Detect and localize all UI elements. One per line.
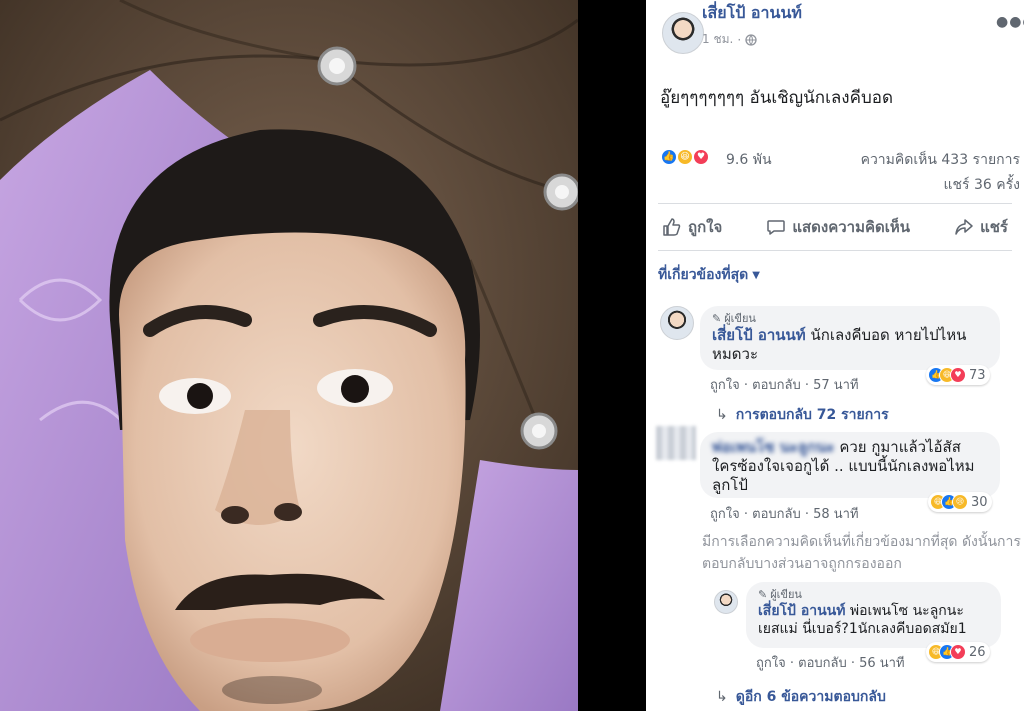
sad-reaction-icon: 😢 — [952, 494, 968, 510]
share-count[interactable]: แชร์ 36 ครั้ง — [944, 174, 1020, 196]
comment-text-cont: เยสแม่ นี่เบอร์?1นักเลงคีบอดสมัย1 — [758, 621, 967, 637]
like-button[interactable]: ถูกใจ — [662, 215, 722, 239]
reply-avatar[interactable] — [714, 590, 738, 614]
love-reaction-icon: ♥ — [950, 367, 966, 383]
comment-reactions[interactable]: 👍 😆 ♥ 73 — [926, 365, 990, 385]
globe-icon — [745, 33, 757, 46]
reply-bubble: ✎ ผู้เขียน เสี่ยโป้ อานนท์ พ่อเพนโซ นะลู… — [746, 582, 1001, 648]
comment-count[interactable]: ความคิดเห็น 433 รายการ — [861, 149, 1020, 171]
comment-avatar-blurred[interactable] — [656, 426, 696, 460]
more-options-icon[interactable]: ●●● — [996, 14, 1024, 30]
post-actions: ถูกใจ แสดงความคิดเห็น แชร์ — [658, 203, 1012, 251]
reply-arrow-icon: ↳ — [716, 407, 728, 423]
comment-text: นักเลงคีบอด หายไปไหน — [810, 326, 967, 344]
view-more-replies-link[interactable]: ↳ ดูอีก 6 ข้อความตอบกลับ — [716, 686, 886, 708]
post-text: อู๊ยๆๆๆๆๆๆๆ อันเชิญนักเลงคีบอด — [660, 88, 894, 108]
pencil-icon: ✎ — [758, 588, 768, 601]
love-reaction-icon: ♥ — [950, 644, 966, 660]
comment-text: ควย กูมาแล้วไอ้สัส — [839, 438, 961, 456]
post-photo[interactable] — [0, 0, 578, 711]
love-reaction-icon: ♥ — [692, 148, 710, 166]
selfie-image — [0, 0, 578, 711]
reply-arrow-icon: ↳ — [716, 689, 728, 705]
thumbs-up-icon — [663, 218, 681, 236]
comment-actions: ถูกใจ · ตอบกลับ · 57 นาที — [710, 378, 859, 393]
comment-reply-link[interactable]: ตอบกลับ — [752, 378, 801, 393]
like-label: ถูกใจ — [688, 218, 723, 236]
post-header — [662, 12, 704, 56]
comment-reactions[interactable]: 😆 👍 😢 30 — [928, 492, 992, 512]
separator-dot: · — [737, 32, 742, 47]
comment-text-cont: ใครซ้องใจเจอกูได้ .. แบบนี้นักเลงพอไหม — [712, 457, 975, 475]
post-details-panel: เสี่ยโป้ อานนท์ 1 ชม. · ●●● อู๊ยๆๆๆๆๆๆๆ … — [646, 0, 1024, 711]
comment-label: แสดงความคิดเห็น — [792, 218, 911, 236]
comment-reply-link[interactable]: ตอบกลับ — [798, 656, 847, 671]
author-badge-label: ผู้เขียน — [724, 312, 756, 325]
reaction-count[interactable]: 9.6 พัน — [726, 149, 772, 171]
more-replies-label: ดูอีก 6 ข้อความตอบกลับ — [735, 689, 886, 705]
commenter-name-blurred[interactable]: พ่อเพนโซ นะลูกนะ — [712, 438, 835, 456]
comment-text-cont: หมดวะ — [712, 345, 758, 363]
comment-reaction-count: 30 — [971, 494, 988, 510]
comment-icon — [767, 220, 786, 235]
commenter-name[interactable]: เสี่ยโป้ อานนท์ — [712, 326, 806, 344]
share-label: แชร์ — [980, 218, 1008, 236]
share-button[interactable]: แชร์ — [954, 215, 1008, 239]
comment-like-link[interactable]: ถูกใจ — [756, 656, 786, 671]
view-replies-link[interactable]: ↳ การตอบกลับ 72 รายการ — [716, 404, 889, 426]
comment-actions: ถูกใจ · ตอบกลับ · 56 นาที — [756, 656, 905, 671]
comment-time[interactable]: 57 นาที — [813, 378, 858, 393]
comment-text: พ่อเพนโซ นะลูกนะ — [849, 603, 964, 619]
post-time[interactable]: 1 ชม. — [702, 30, 733, 49]
caret-down-icon: ▼ — [752, 269, 760, 281]
comment-filter-dropdown[interactable]: ที่เกี่ยวข้องที่สุด ▼ — [658, 264, 760, 286]
comment-filter-label: ที่เกี่ยวข้องที่สุด — [658, 267, 749, 283]
comment-reaction-count: 26 — [969, 644, 986, 660]
comment-bubble: ✎ ผู้เขียน เสี่ยโป้ อานนท์ นักเลงคีบอด ห… — [700, 306, 1000, 370]
comment-avatar[interactable] — [660, 306, 694, 340]
comment-time[interactable]: 58 นาที — [813, 507, 858, 522]
comment-time[interactable]: 56 นาที — [859, 656, 904, 671]
replies-count-label: การตอบกลับ 72 รายการ — [735, 407, 889, 423]
commenter-name[interactable]: เสี่ยโป้ อานนท์ — [758, 603, 845, 619]
post-meta: 1 ชม. · — [702, 30, 757, 49]
author-avatar[interactable] — [662, 12, 704, 54]
author-badge: ✎ ผู้เขียน — [758, 588, 989, 602]
comment-like-link[interactable]: ถูกใจ — [710, 507, 740, 522]
comment-reactions[interactable]: 😆 👍 ♥ 26 — [926, 642, 990, 662]
pencil-icon: ✎ — [712, 312, 722, 325]
author-badge: ✎ ผู้เขียน — [712, 312, 988, 326]
author-badge-label: ผู้เขียน — [770, 588, 802, 601]
photo-viewer: เสี่ยโป้ อานนท์ 1 ชม. · ●●● อู๊ยๆๆๆๆๆๆๆ … — [0, 0, 1024, 711]
comment-like-link[interactable]: ถูกใจ — [710, 378, 740, 393]
comment-actions: ถูกใจ · ตอบกลับ · 58 นาที — [710, 507, 859, 522]
comment-reply-link[interactable]: ตอบกลับ — [752, 507, 801, 522]
comment-bubble: พ่อเพนโซ นะลูกนะ ควย กูมาแล้วไอ้สัส ใครซ… — [700, 432, 1000, 498]
reactions-summary[interactable]: 👍 😆 ♥ 9.6 พัน ความคิดเห็น 433 รายการ แชร… — [660, 148, 1022, 193]
comment-reaction-count: 73 — [969, 367, 986, 383]
share-arrow-icon — [955, 219, 973, 235]
author-name[interactable]: เสี่ยโป้ อานนท์ — [702, 1, 802, 26]
comment-button[interactable]: แสดงความคิดเห็น — [766, 215, 910, 239]
filtered-replies-note: มีการเลือกความคิดเห็นที่เกี่ยวข้องมากที่… — [702, 534, 1021, 572]
